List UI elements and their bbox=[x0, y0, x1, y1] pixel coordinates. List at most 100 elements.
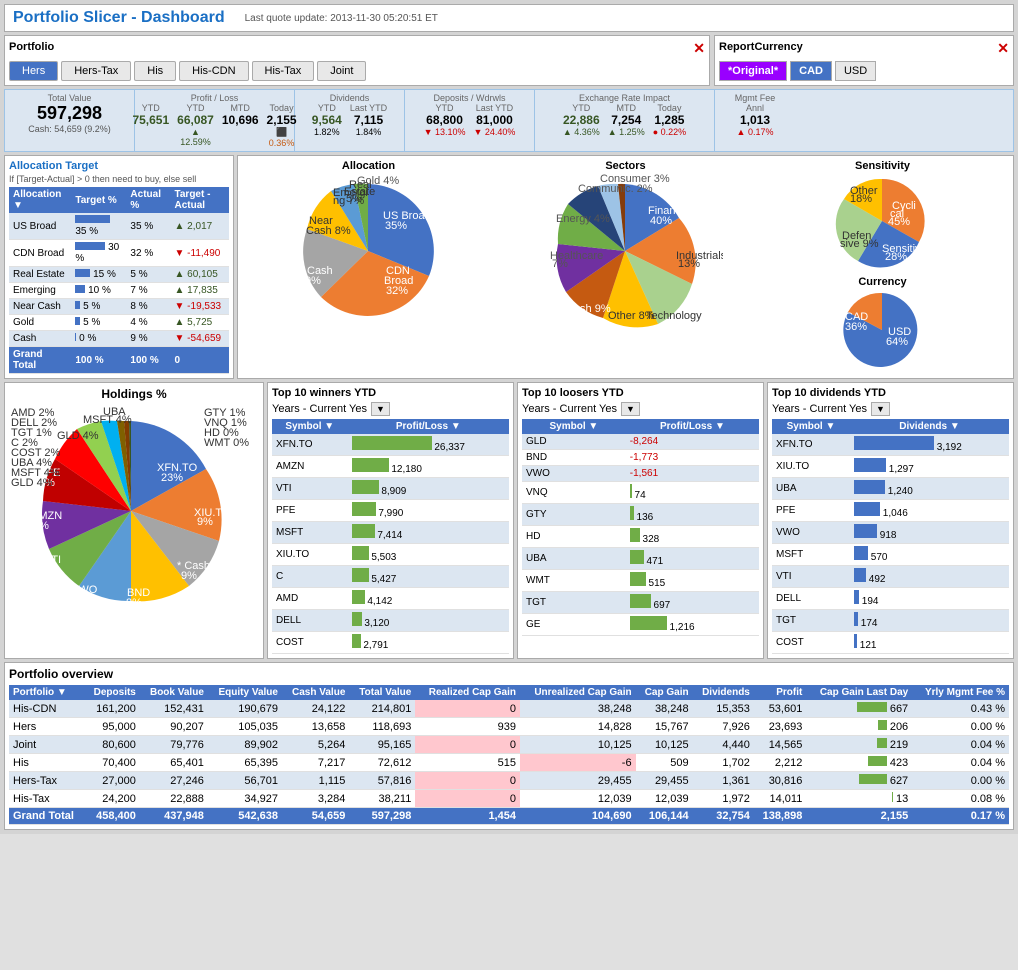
table-row: XFN.TO 26,337 bbox=[272, 434, 509, 456]
tab-his[interactable]: His bbox=[134, 61, 176, 81]
winners-filter-label: Years - Current Yes bbox=[272, 403, 367, 415]
winners-symbol-header: Symbol ▼ bbox=[272, 419, 348, 434]
profit-today-pct: ⬛ 0.36% bbox=[267, 127, 297, 148]
profit-ytd: 75,651 bbox=[132, 113, 169, 127]
svg-text:UBA: UBA bbox=[103, 406, 126, 418]
overview-col-realcap: Realized Cap Gain bbox=[415, 685, 520, 700]
alloc-name: Near Cash bbox=[9, 299, 71, 315]
overview-col-equity: Equity Value bbox=[208, 685, 282, 700]
table-row: US Broad 35 % 35 % ▲ 2,017 bbox=[9, 213, 229, 240]
dividends-filter-label: Years - Current Yes bbox=[772, 403, 867, 415]
table-row: HD 328 bbox=[522, 526, 759, 548]
exchange-today-pct: ● 0.22% bbox=[653, 127, 686, 137]
dividends-lastytd: 7,115 bbox=[350, 113, 387, 127]
table-row: XFN.TO 3,192 bbox=[772, 434, 1009, 456]
tab-hers-tax[interactable]: Hers-Tax bbox=[61, 61, 131, 81]
profit-ytd2-pct: ▲ 12.59% bbox=[177, 127, 214, 147]
svg-text:5%: 5% bbox=[346, 193, 362, 205]
total-value-label: Total Value bbox=[11, 93, 128, 103]
table-row: GE 1,216 bbox=[522, 614, 759, 636]
table-row: VNQ 74 bbox=[522, 482, 759, 504]
overview-row-herstax: Hers-Tax27,00027,24656,7011,11557,816 02… bbox=[9, 772, 1009, 790]
table-row: AMD 4,142 bbox=[272, 588, 509, 610]
exchange-ytd: 22,886 bbox=[563, 113, 600, 127]
tab-his-tax[interactable]: His-Tax bbox=[252, 61, 315, 81]
alloc-total-diff: 0 bbox=[171, 347, 230, 374]
holdings-title: Holdings % bbox=[9, 387, 259, 401]
svg-text:6%: 6% bbox=[33, 520, 49, 532]
report-currency-tabs: *Original* CAD USD bbox=[719, 61, 1009, 81]
tab-his-cdn[interactable]: His-CDN bbox=[179, 61, 248, 81]
svg-text:40%: 40% bbox=[650, 215, 672, 227]
overview-row-joint: Joint80,60079,77689,9025,26495,165 010,1… bbox=[9, 736, 1009, 754]
svg-text:9%: 9% bbox=[305, 275, 321, 287]
exchange-ytd-pct: ▲ 4.36% bbox=[563, 127, 600, 137]
table-row: Cash 0 % 9 % ▼ -54,659 bbox=[9, 331, 229, 347]
allocation-title: Allocation Target bbox=[9, 160, 229, 172]
portfolio-close-btn[interactable]: ✕ bbox=[693, 40, 705, 57]
table-row: PFE 7,990 bbox=[272, 500, 509, 522]
dividends-ytd: 9,564 bbox=[312, 113, 342, 127]
tab-usd[interactable]: USD bbox=[835, 61, 876, 81]
table-row: TGT 697 bbox=[522, 592, 759, 614]
tab-joint[interactable]: Joint bbox=[317, 61, 366, 81]
alloc-actual: 35 % bbox=[126, 213, 170, 240]
tab-hers[interactable]: Hers bbox=[9, 61, 58, 81]
overview-col-profit: Profit bbox=[754, 685, 806, 700]
allocation-table: Allocation ▼ Target % Actual % Target - … bbox=[9, 187, 229, 374]
exchange-mtd-pct: ▲ 1.25% bbox=[608, 127, 645, 137]
dividends-table: Symbol ▼ Dividends ▼ XFN.TO 3,192 XIU.TO… bbox=[772, 419, 1009, 654]
winners-title: Top 10 winners YTD bbox=[272, 387, 509, 399]
svg-text:64%: 64% bbox=[886, 336, 908, 348]
svg-text:Cash 8%: Cash 8% bbox=[306, 225, 351, 237]
sectors-chart-title: Sectors bbox=[499, 160, 752, 172]
svg-text:7%: 7% bbox=[552, 258, 568, 270]
svg-text:Consumer 3%: Consumer 3% bbox=[600, 174, 670, 185]
svg-text:13%: 13% bbox=[678, 258, 700, 270]
alloc-target: 30 % bbox=[71, 240, 126, 267]
overview-row-hiscdn: His-CDN161,200152,431190,67924,122214,80… bbox=[9, 700, 1009, 718]
page-title: Portfolio Slicer - Dashboard bbox=[13, 9, 225, 27]
table-row: Near Cash 5 % 8 % ▼ -19,533 bbox=[9, 299, 229, 315]
alloc-name: Real Estate bbox=[9, 267, 71, 283]
alloc-diff: ▲ 17,835 bbox=[171, 283, 230, 299]
report-currency-close-btn[interactable]: ✕ bbox=[997, 40, 1009, 57]
table-row: CDN Broad 30 % 32 % ▼ -11,490 bbox=[9, 240, 229, 267]
tab-original[interactable]: *Original* bbox=[719, 61, 787, 81]
mgmt-pct: ▲ 0.17% bbox=[721, 127, 789, 137]
currency-pie-chart: USD 64% CAD 36% bbox=[820, 290, 945, 370]
alloc-actual: 5 % bbox=[126, 267, 170, 283]
currency-chart-title: Currency bbox=[756, 276, 1009, 288]
table-row: VTI 492 bbox=[772, 566, 1009, 588]
exchange-label: Exchange Rate Impact bbox=[541, 93, 708, 103]
mgmt-annl: 1,013 bbox=[721, 113, 789, 127]
losers-filter-btn[interactable]: ▼ bbox=[621, 402, 640, 416]
svg-text:Other 8%: Other 8% bbox=[608, 310, 655, 322]
alloc-target: 15 % bbox=[71, 267, 126, 283]
dividends-filter-btn[interactable]: ▼ bbox=[871, 402, 890, 416]
table-row: XIU.TO 1,297 bbox=[772, 456, 1009, 478]
exchange-today: 1,285 bbox=[653, 113, 686, 127]
winners-filter-btn[interactable]: ▼ bbox=[371, 402, 390, 416]
losers-filter-label: Years - Current Yes bbox=[522, 403, 617, 415]
svg-text:Cash 9%: Cash 9% bbox=[566, 303, 611, 315]
dividends-label: Dividends bbox=[301, 93, 398, 103]
alloc-diff: ▼ -19,533 bbox=[171, 299, 230, 315]
table-row: WMT 515 bbox=[522, 570, 759, 592]
allocation-pie-chart: US Broad 35% CDN Broad 32% Cash 9% Near … bbox=[291, 174, 446, 329]
overview-col-capgain: Cap Gain bbox=[636, 685, 693, 700]
tab-cad[interactable]: CAD bbox=[790, 61, 832, 81]
overview-title: Portfolio overview bbox=[9, 667, 1009, 681]
table-row: DELL 3,120 bbox=[272, 610, 509, 632]
overview-row-histax: His-Tax24,20022,88834,9273,28438,211 012… bbox=[9, 790, 1009, 808]
svg-text:GLD 4%: GLD 4% bbox=[57, 430, 99, 442]
svg-text:32%: 32% bbox=[386, 285, 408, 297]
alloc-actual: 8 % bbox=[126, 299, 170, 315]
table-row: BND-1,773 bbox=[522, 450, 759, 466]
losers-profit-header: Profit/Loss ▼ bbox=[626, 419, 759, 434]
alloc-name: US Broad bbox=[9, 213, 71, 240]
table-row: DELL 194 bbox=[772, 588, 1009, 610]
overview-col-mgmt: Yrly Mgmt Fee % bbox=[912, 685, 1009, 700]
mgmt-label: Mgmt Fee bbox=[721, 93, 789, 103]
sectors-pie-chart: Financial 40% Industrials 13% Technology… bbox=[528, 174, 723, 329]
